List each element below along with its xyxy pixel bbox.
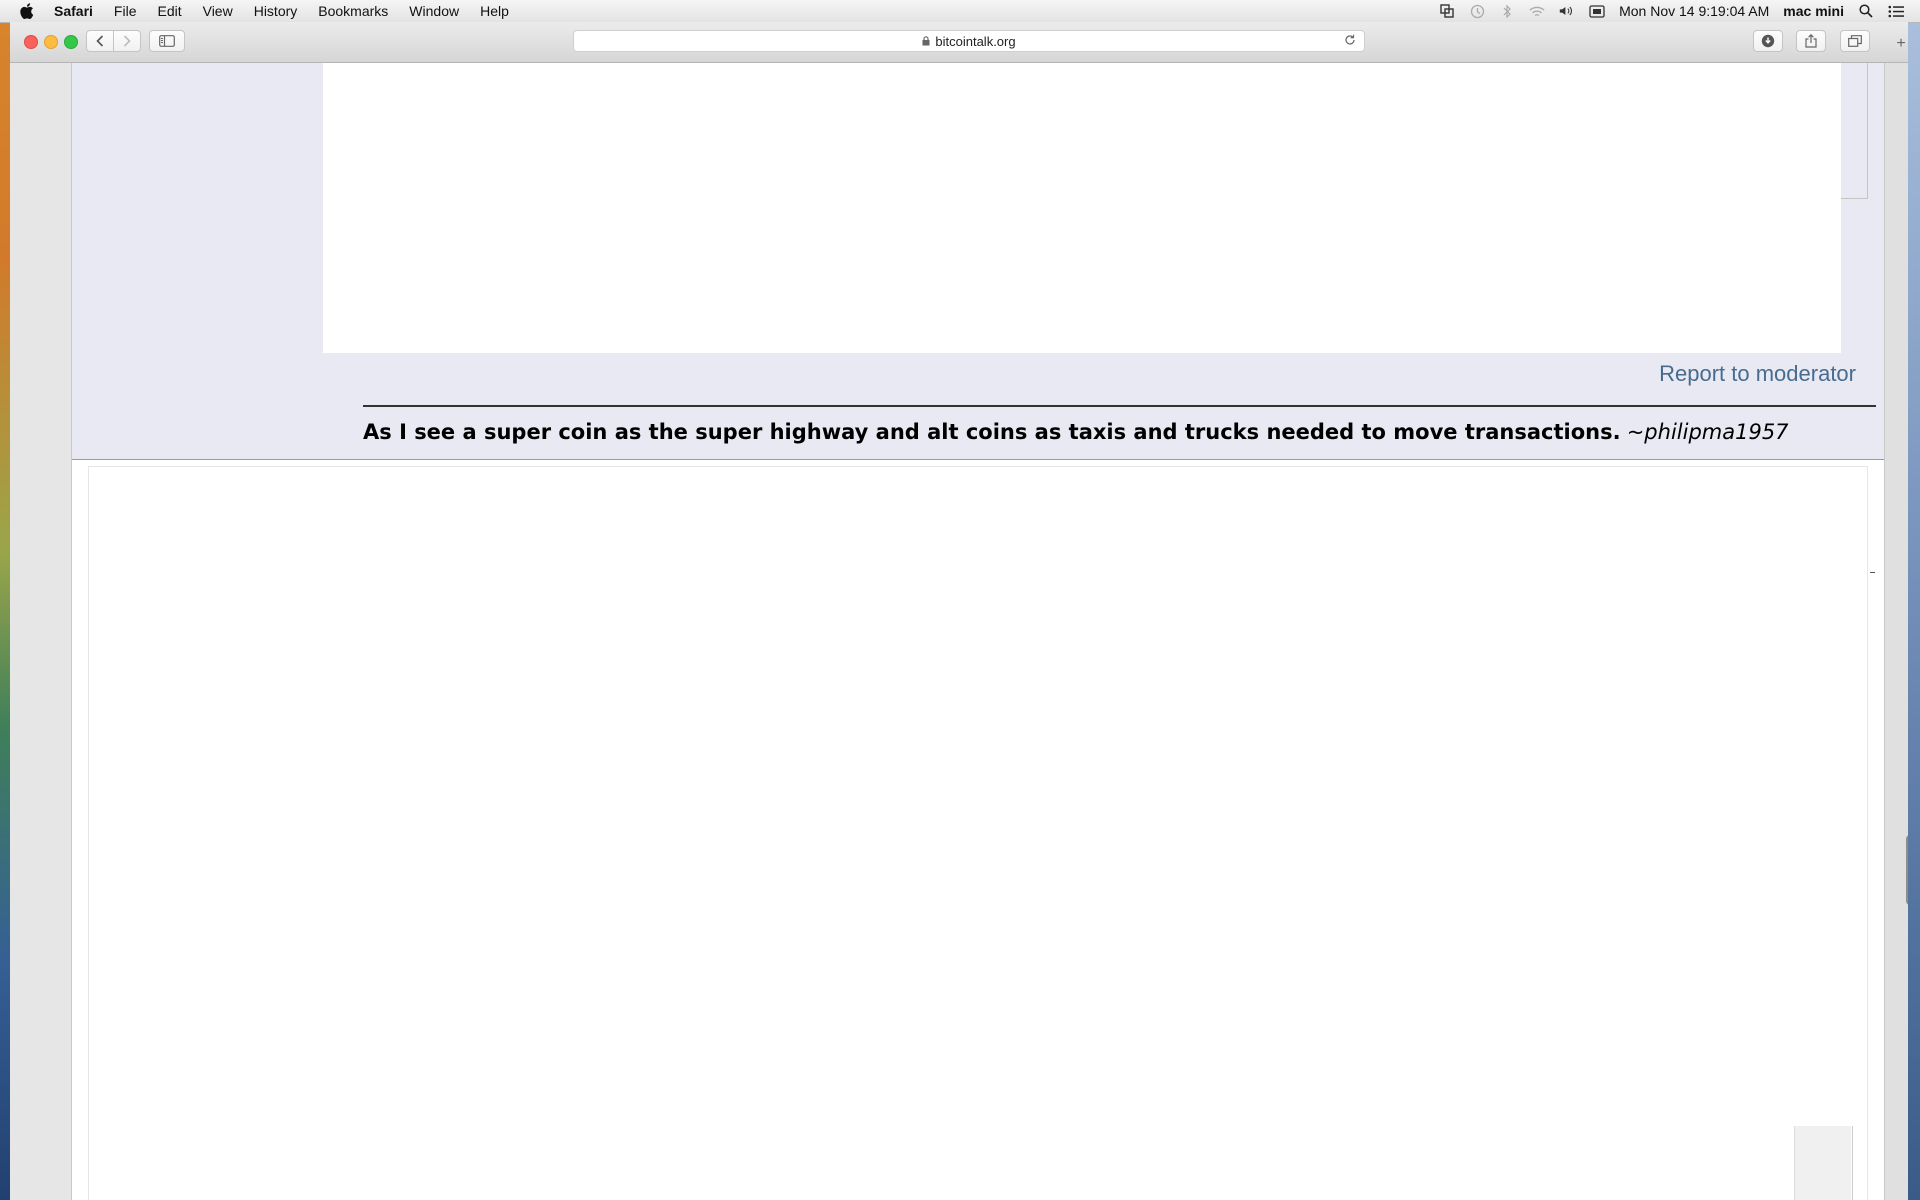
report-to-moderator-link[interactable]: Report to moderator: [1659, 361, 1856, 387]
menu-edit[interactable]: Edit: [157, 3, 181, 19]
menu-app-name[interactable]: Safari: [54, 3, 93, 19]
frame-corner-divider: [1852, 1126, 1853, 1200]
desktop-wallpaper-right: [1908, 22, 1920, 1200]
status-area: Mon Nov 14 9:19:04 AM mac mini: [1439, 3, 1920, 19]
time-machine-icon[interactable]: [1469, 4, 1485, 18]
embed-frame-edge: [1841, 63, 1868, 199]
back-button[interactable]: [86, 30, 114, 52]
close-window-button[interactable]: [24, 35, 38, 49]
spotlight-icon[interactable]: [1858, 4, 1874, 18]
bluetooth-icon[interactable]: [1499, 4, 1515, 18]
post-embedded-content: [323, 63, 1841, 353]
signature-quote: As I see a super coin as the super highw…: [363, 420, 1621, 444]
menubar-clock[interactable]: Mon Nov 14 9:19:04 AM: [1619, 3, 1769, 19]
zoom-window-button[interactable]: [64, 35, 78, 49]
post-signature: As I see a super coin as the super highw…: [363, 419, 1853, 445]
blank-content-frame: [88, 466, 1868, 1200]
menu-file[interactable]: File: [114, 3, 137, 19]
forward-button[interactable]: [113, 30, 141, 52]
menu-view[interactable]: View: [203, 3, 233, 19]
menu-window[interactable]: Window: [409, 3, 459, 19]
page-left-gutter: [10, 63, 72, 1200]
desktop-wallpaper-left: [0, 22, 10, 1200]
new-tab-button[interactable]: +: [1894, 32, 1908, 56]
forum-post: Report to moderator As I see a super coi…: [72, 63, 1884, 460]
menu-bar: Safari File Edit View History Bookmarks …: [0, 0, 1920, 23]
reload-icon[interactable]: [1344, 34, 1356, 49]
wifi-icon[interactable]: [1529, 4, 1545, 18]
show-sidebar-button[interactable]: [149, 30, 185, 52]
page-right-gutter: [1884, 63, 1908, 1200]
address-bar[interactable]: bitcointalk.org: [573, 30, 1365, 52]
show-all-tabs-button[interactable]: [1840, 30, 1870, 52]
browser-toolbar: bitcointalk.org +: [10, 22, 1908, 63]
downloads-button[interactable]: [1753, 30, 1783, 52]
url-text[interactable]: bitcointalk.org: [935, 34, 1015, 49]
page-scrollbar-thumb[interactable]: [1906, 835, 1908, 905]
display-icon[interactable]: [1589, 4, 1605, 18]
lock-icon: [922, 36, 930, 46]
signature-author: ~philipma1957: [1626, 420, 1789, 444]
chevron-left-icon: [96, 35, 104, 47]
browser-window: bitcointalk.org + Report to moderator As…: [10, 22, 1908, 1200]
volume-icon[interactable]: [1559, 4, 1575, 18]
sync-icon[interactable]: [1439, 4, 1455, 18]
download-icon: [1761, 34, 1775, 48]
share-button[interactable]: [1796, 30, 1826, 52]
tabs-overview-icon: [1848, 35, 1862, 47]
notification-center-icon[interactable]: [1888, 4, 1904, 18]
menu-help[interactable]: Help: [480, 3, 509, 19]
share-icon: [1805, 34, 1817, 48]
frame-corner-box: [1794, 1126, 1851, 1200]
apple-icon[interactable]: [20, 3, 36, 19]
sidebar-icon: [159, 35, 175, 47]
signature-divider: [363, 405, 1876, 407]
menu-bookmarks[interactable]: Bookmarks: [318, 3, 388, 19]
page-content: Report to moderator As I see a super coi…: [10, 63, 1908, 1200]
frame-tick-mark: [1870, 572, 1875, 573]
minimize-window-button[interactable]: [44, 35, 58, 49]
next-post-area: [72, 460, 1884, 1200]
menu-history[interactable]: History: [254, 3, 298, 19]
chevron-right-icon: [123, 35, 131, 47]
menubar-user[interactable]: mac mini: [1783, 3, 1844, 19]
